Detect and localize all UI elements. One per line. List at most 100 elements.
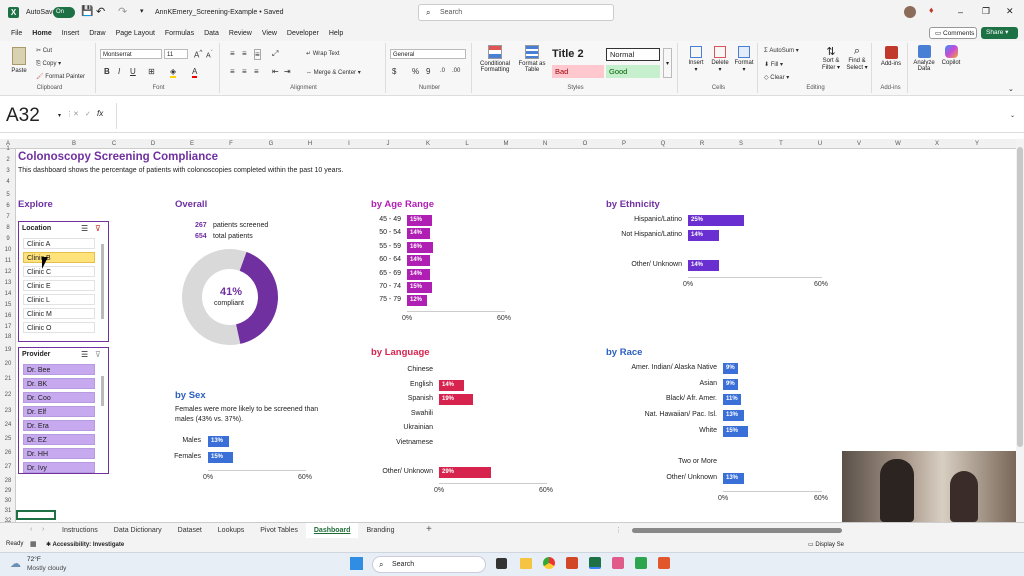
- column-header-Y[interactable]: Y: [969, 139, 985, 149]
- addins-button[interactable]: Add-ins: [876, 45, 906, 67]
- row-header-28[interactable]: 28: [0, 478, 16, 484]
- autosave-toggle[interactable]: On: [53, 7, 75, 18]
- menu-page-layout[interactable]: Page Layout: [116, 26, 155, 41]
- cancel-entry-icon[interactable]: ✕: [73, 110, 79, 118]
- close-icon[interactable]: ✕: [1006, 6, 1014, 17]
- row-header-29[interactable]: 29: [0, 488, 16, 494]
- premium-icon[interactable]: ♦: [929, 5, 934, 15]
- multi-select-icon[interactable]: ☰: [81, 224, 88, 233]
- taskbar-search[interactable]: ⌕ Search: [372, 556, 486, 573]
- menu-data[interactable]: Data: [204, 26, 219, 41]
- office-icon[interactable]: [566, 557, 578, 569]
- format-painter-button[interactable]: 🖌 Format Painter: [36, 73, 85, 80]
- font-color-icon[interactable]: A: [192, 67, 198, 78]
- camtasia-icon[interactable]: [635, 557, 647, 569]
- recorder-icon[interactable]: [658, 557, 670, 569]
- row-header-5[interactable]: 5: [0, 192, 16, 198]
- row-header-12[interactable]: 12: [0, 269, 16, 275]
- ribbon-collapse-icon[interactable]: ⌄: [1008, 85, 1014, 93]
- provider-slicer-item[interactable]: Dr. Elf: [23, 406, 95, 417]
- autosum-button[interactable]: Σ AutoSum ▾: [764, 47, 799, 54]
- row-header-17[interactable]: 17: [0, 324, 16, 330]
- style-good[interactable]: Good: [606, 65, 660, 78]
- tab-pivot-tables[interactable]: Pivot Tables: [252, 523, 306, 538]
- row-header-22[interactable]: 22: [0, 392, 16, 398]
- restore-icon[interactable]: ❐: [982, 6, 990, 17]
- name-box-dropdown-icon[interactable]: ▾: [58, 112, 61, 119]
- style-title2[interactable]: Title 2: [552, 48, 604, 62]
- menu-help[interactable]: Help: [329, 26, 343, 41]
- avatar[interactable]: [904, 6, 916, 18]
- column-header-P[interactable]: P: [616, 139, 632, 149]
- cut-button[interactable]: ✂ Cut: [36, 47, 52, 54]
- row-header-14[interactable]: 14: [0, 291, 16, 297]
- redo-icon[interactable]: ↷: [118, 5, 127, 18]
- row-header-30[interactable]: 30: [0, 498, 16, 504]
- font-name-select[interactable]: Montserrat: [100, 49, 162, 59]
- column-header-W[interactable]: W: [890, 139, 906, 149]
- column-header-C[interactable]: C: [106, 139, 122, 149]
- column-header-T[interactable]: T: [773, 139, 789, 149]
- location-slicer-scrollbar[interactable]: [101, 244, 104, 319]
- row-header-20[interactable]: 20: [0, 361, 16, 367]
- row-header-10[interactable]: 10: [0, 247, 16, 253]
- row-header-4[interactable]: 4: [0, 179, 16, 185]
- column-header-X[interactable]: X: [929, 139, 945, 149]
- align-right-icon[interactable]: ≡: [254, 67, 259, 76]
- name-box[interactable]: A32: [2, 103, 56, 129]
- row-header-21[interactable]: 21: [0, 376, 16, 382]
- display-settings[interactable]: ▭ Display Se: [808, 541, 844, 548]
- location-slicer-item[interactable]: Clinic A: [23, 238, 95, 249]
- align-left-icon[interactable]: ≡: [230, 67, 235, 76]
- row-header-19[interactable]: 19: [0, 347, 16, 353]
- provider-slicer-item[interactable]: Dr. BK: [23, 378, 95, 389]
- minimize-icon[interactable]: –: [958, 7, 963, 17]
- copy-button[interactable]: ⎘ Copy ▾: [36, 60, 61, 68]
- comma-icon[interactable]: 9: [426, 67, 430, 76]
- chrome-icon[interactable]: [543, 557, 555, 569]
- sort-filter-button[interactable]: ⇅ Sort & Filter ▾: [818, 45, 844, 71]
- increase-decimal-icon[interactable]: .0: [440, 68, 445, 74]
- windows-start-icon[interactable]: [350, 557, 363, 570]
- tab-data-dictionary[interactable]: Data Dictionary: [106, 523, 170, 538]
- align-middle-icon[interactable]: ≡: [242, 49, 247, 58]
- paste-button[interactable]: Paste: [8, 45, 30, 83]
- row-header-9[interactable]: 9: [0, 236, 16, 242]
- confirm-entry-icon[interactable]: ✓: [85, 110, 91, 118]
- clear-filter-icon[interactable]: ⊽: [95, 224, 101, 233]
- active-cell-a32[interactable]: [16, 510, 56, 520]
- italic-icon[interactable]: I: [118, 67, 120, 76]
- find-select-button[interactable]: ⌕ Find & Select ▾: [844, 45, 870, 71]
- row-header-26[interactable]: 26: [0, 450, 16, 456]
- row-header-1[interactable]: 1: [0, 146, 16, 152]
- row-header-15[interactable]: 15: [0, 302, 16, 308]
- column-header-G[interactable]: G: [263, 139, 279, 149]
- increase-indent-icon[interactable]: ⇥: [284, 67, 291, 76]
- multi-select-icon[interactable]: ☰: [81, 350, 88, 359]
- add-sheet-icon[interactable]: +: [426, 524, 432, 535]
- accessibility-status[interactable]: ✱ Accessibility: Investigate: [46, 541, 124, 548]
- tab-branding[interactable]: Branding: [358, 523, 402, 538]
- menu-file[interactable]: File: [11, 26, 22, 41]
- tab-scroll-right-icon[interactable]: ›: [42, 526, 44, 533]
- copilot-button[interactable]: Copilot: [938, 44, 964, 66]
- row-header-7[interactable]: 7: [0, 214, 16, 220]
- vertical-scrollbar[interactable]: [1016, 139, 1024, 522]
- location-slicer-item[interactable]: Clinic L: [23, 294, 95, 305]
- scroll-thumb[interactable]: [1017, 147, 1023, 447]
- column-header-S[interactable]: S: [733, 139, 749, 149]
- menu-formulas[interactable]: Formulas: [165, 26, 194, 41]
- shrink-font-icon[interactable]: Aˇ: [206, 50, 213, 59]
- location-slicer-item[interactable]: Clinic C: [23, 266, 95, 277]
- column-header-F[interactable]: F: [223, 139, 239, 149]
- expand-formula-icon[interactable]: ⌄: [1010, 112, 1015, 119]
- excel-taskbar-icon[interactable]: [589, 557, 601, 569]
- save-icon[interactable]: 💾: [81, 6, 93, 17]
- wrap-text-button[interactable]: ↵ Wrap Text: [306, 50, 340, 57]
- location-slicer-item[interactable]: Clinic E: [23, 280, 95, 291]
- comments-button[interactable]: ▭ Comments: [929, 27, 977, 39]
- analyze-data-button[interactable]: Analyze Data: [910, 44, 938, 72]
- insert-cells-button[interactable]: Insert ▾: [684, 45, 708, 73]
- insert-function-icon[interactable]: fx: [97, 109, 103, 118]
- tab-dataset[interactable]: Dataset: [170, 523, 210, 538]
